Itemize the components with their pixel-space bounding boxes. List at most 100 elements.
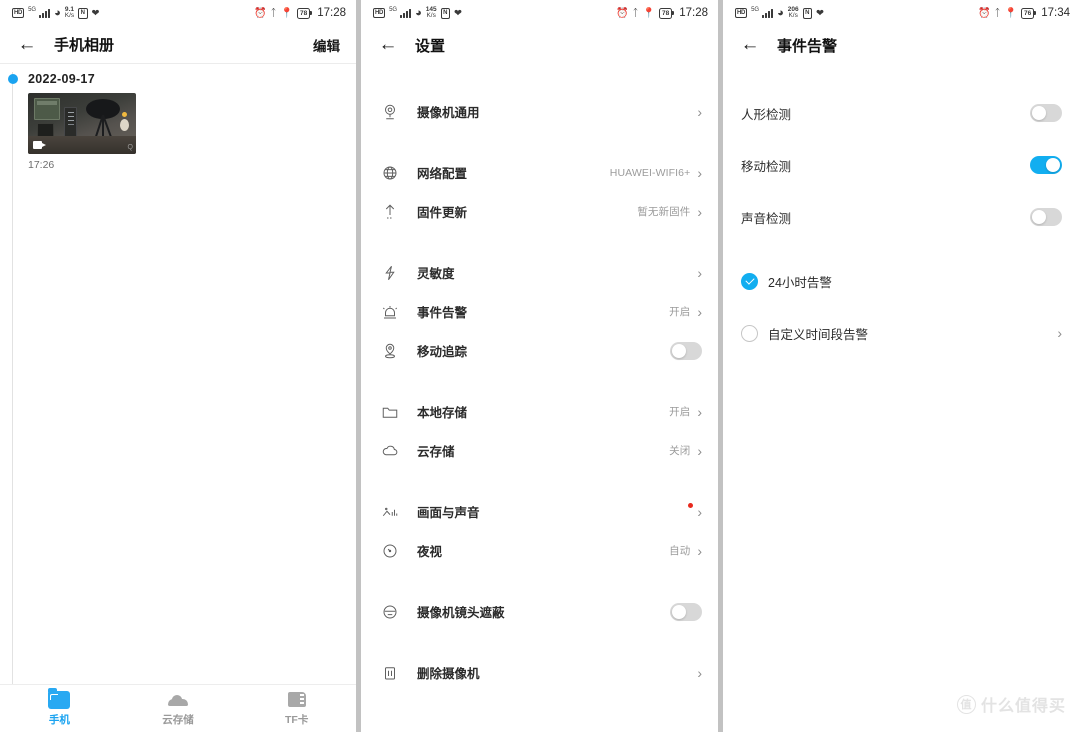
network-type-label: 5G (389, 7, 398, 13)
nav-item-cloud-storage[interactable]: 云存储 (119, 685, 238, 732)
edit-button[interactable]: 编辑 (313, 35, 340, 55)
settings-row-sensitivity[interactable]: 灵敏度 › (361, 253, 718, 292)
settings-row-label: 摄像机通用 (417, 106, 480, 120)
status-bar-right-icons: ⏰ ᛏ 📍 76 17:34 (978, 7, 1070, 19)
battery-icon: 76 (1020, 7, 1036, 19)
chevron-right-icon: › (697, 303, 702, 320)
bluetooth-icon: ᛏ (270, 7, 277, 19)
back-arrow-icon[interactable]: ← (16, 34, 38, 56)
cloud-icon (167, 691, 189, 709)
back-arrow-icon[interactable]: ← (377, 34, 399, 56)
watermark-text: 什么值得买 (980, 698, 1066, 715)
bluetooth-icon: ᛏ (994, 7, 1001, 19)
nfc-icon: N (802, 7, 812, 19)
radio-checked-icon[interactable] (741, 272, 758, 290)
settings-row-right: › (697, 105, 702, 119)
heart-icon: ❤ (91, 7, 100, 19)
location-icon: 📍 (642, 7, 655, 19)
bottom-navigation-bar: 手机 云存储 TF卡 (0, 684, 356, 732)
folder-outline-icon (379, 401, 401, 423)
settings-row-delete-camera[interactable]: 删除摄像机 › (361, 653, 718, 692)
alarm-row-motion-detection[interactable]: 移动检测 (723, 146, 1080, 184)
settings-row-network-config[interactable]: 网络配置 HUAWEI-WIFI6+ › (361, 153, 718, 192)
settings-row-right (670, 341, 702, 360)
status-bar-left-icons: HD 5G ◕ 206 K/s N ❤ (735, 6, 824, 20)
alarm-icon (379, 301, 401, 323)
settings-row-lens-cover[interactable]: 摄像机镜头遮蔽 (361, 592, 718, 631)
settings-row-label: 灵敏度 (417, 267, 455, 281)
motion-tracking-toggle[interactable] (670, 341, 702, 360)
status-bar-right-icons: ⏰ ᛏ 📍 78 17:28 (254, 7, 346, 19)
row-spacer (723, 184, 1080, 198)
settings-row-night-vision[interactable]: 夜视 自动 › (361, 531, 718, 570)
battery-icon: 78 (296, 7, 312, 19)
sound-detection-toggle[interactable] (1030, 208, 1062, 226)
thumb-box-shape (37, 123, 54, 137)
album-thumbnail-item[interactable]: Q 17:26 (28, 93, 136, 171)
settings-row-label: 删除摄像机 (417, 667, 480, 681)
cloud-outline-icon (379, 440, 401, 462)
settings-row-value: 开启 (669, 406, 691, 418)
nav-item-tf-card[interactable]: TF卡 (237, 685, 356, 732)
phone-screen-album: HD 5G ◕ 9.1 K/s N ❤ ⏰ ᛏ 📍 78 17:28 ← 手机相… (0, 0, 356, 732)
video-thumbnail[interactable]: Q (28, 93, 136, 154)
settings-row-label: 事件告警 (417, 306, 468, 320)
settings-row-camera-general[interactable]: 摄像机通用 › (361, 92, 718, 131)
hd-icon: HD (735, 8, 748, 18)
settings-row-label: 固件更新 (417, 206, 468, 220)
motion-detection-toggle[interactable] (1030, 156, 1062, 174)
schedule-option-custom[interactable]: 自定义时间段告警 › (723, 314, 1080, 352)
watermark-badge: 值 (956, 694, 976, 714)
chevron-right-icon: › (697, 403, 702, 420)
settings-row-label: 本地存储 (417, 406, 468, 420)
wifi-icon: ◕ (54, 6, 61, 19)
alarm-clock-icon: ⏰ (254, 7, 267, 19)
settings-row-firmware-update[interactable]: 固件更新 暂无新固件 › (361, 192, 718, 231)
alarm-row-human-detection[interactable]: 人形检测 (723, 94, 1080, 132)
alarm-row-sound-detection[interactable]: 声音检测 (723, 198, 1080, 236)
location-icon: 📍 (1004, 7, 1017, 19)
screenshot-root: HD 5G ◕ 9.1 K/s N ❤ ⏰ ᛏ 📍 78 17:28 ← 手机相… (0, 0, 1080, 732)
settings-row-image-and-sound[interactable]: 画面与声音 › (361, 492, 718, 531)
wifi-icon: ◕ (415, 6, 422, 19)
settings-row-right: 开启 › (669, 404, 702, 419)
settings-row-value: 开启 (669, 306, 691, 318)
data-rate-unit: K/s (426, 12, 436, 19)
alarm-row-label: 声音检测 (741, 211, 792, 226)
back-arrow-icon[interactable]: ← (739, 34, 761, 56)
radio-unchecked-icon[interactable] (741, 324, 758, 342)
chevron-right-icon: › (697, 442, 702, 459)
settings-row-right: › (697, 666, 702, 680)
image-sound-icon (379, 501, 401, 523)
camera-icon (379, 101, 401, 123)
settings-row-value: 关闭 (669, 445, 691, 457)
data-rate-indicator: 9.1 K/s (65, 6, 74, 20)
data-rate-unit: K/s (788, 12, 798, 19)
status-bar-album: HD 5G ◕ 9.1 K/s N ❤ ⏰ ᛏ 📍 78 17:28 (0, 0, 356, 26)
settings-row-local-storage[interactable]: 本地存储 开启 › (361, 392, 718, 431)
clock-label: 17:34 (1041, 7, 1070, 19)
schedule-option-24h[interactable]: 24小时告警 (723, 262, 1080, 300)
status-bar-settings: HD 5G ◕ 145 K/s N ❤ ⏰ ᛏ 📍 78 17:28 (361, 0, 718, 26)
page-title: 设置 (415, 37, 446, 55)
settings-row-right: 关闭 › (669, 443, 702, 458)
settings-row-motion-tracking[interactable]: 移动追踪 (361, 331, 718, 370)
settings-row-value: 暂无新固件 (637, 206, 691, 218)
heart-icon: ❤ (815, 7, 824, 19)
lens-cover-toggle[interactable] (670, 602, 702, 621)
alarm-row-label: 移动检测 (741, 159, 792, 174)
status-bar-left-icons: HD 5G ◕ 145 K/s N ❤ (373, 6, 462, 20)
upload-icon (379, 201, 401, 223)
settings-row-event-alarm[interactable]: 事件告警 开启 › (361, 292, 718, 331)
thumbnail-watermark: Q (127, 144, 133, 151)
settings-row-cloud-storage[interactable]: 云存储 关闭 › (361, 431, 718, 470)
settings-row-right: 暂无新固件 › (637, 204, 702, 219)
chevron-right-icon: › (697, 203, 702, 220)
settings-row-right: › (697, 266, 702, 280)
human-detection-toggle[interactable] (1030, 104, 1062, 122)
nav-item-phone[interactable]: 手机 (0, 685, 119, 732)
